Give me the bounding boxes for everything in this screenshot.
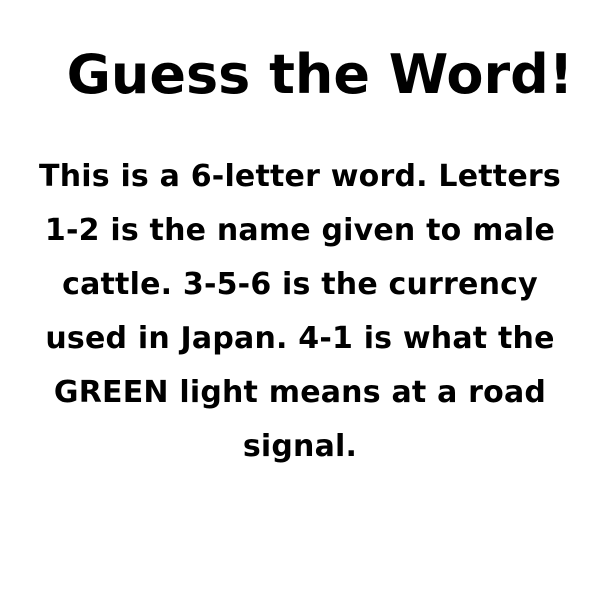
page-title: Guess the Word! [66,43,574,106]
puzzle-text: This is a 6-letter word. Letters 1-2 is … [39,159,561,464]
